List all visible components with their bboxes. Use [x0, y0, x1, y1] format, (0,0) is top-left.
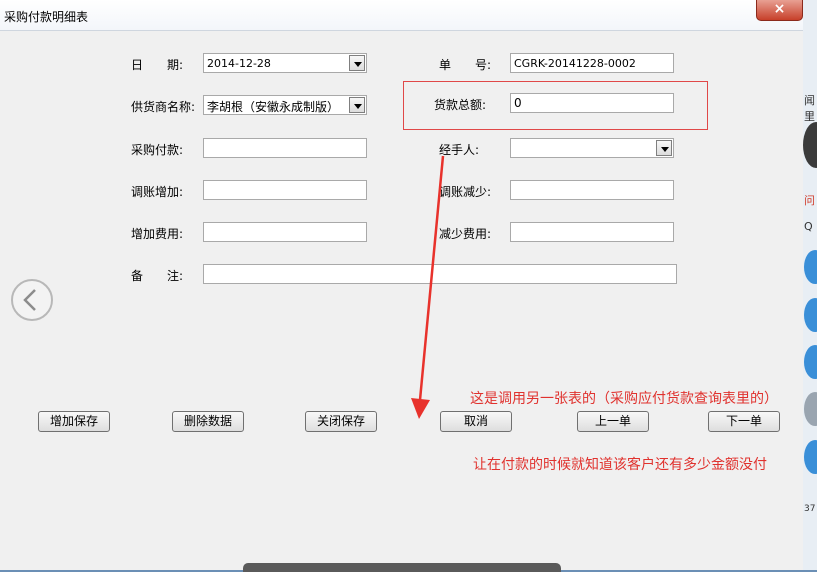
avatar — [803, 122, 817, 168]
annotation-note-source: 这是调用另一张表的（采购应付货款查询表里的） — [470, 391, 778, 407]
payment-detail-window: 采购付款明细表 × 日 期: 2014-12-28 单 号: CGRK-2014… — [0, 0, 804, 572]
side-text-3: Q — [804, 220, 813, 233]
side-text-2: 问 — [804, 194, 815, 207]
annotation-note-purpose: 让在付款的时候就知道该客户还有多少金额没付 — [473, 457, 767, 473]
taskbar-tab — [243, 563, 561, 572]
side-text-4: 37 — [804, 504, 816, 514]
chat-bubble-icon — [804, 392, 817, 426]
chat-bubble-icon — [804, 440, 817, 474]
chat-bubble-icon — [804, 298, 817, 332]
chat-bubble-icon — [804, 345, 817, 379]
chat-bubble-icon — [804, 250, 817, 284]
background-app-strip: 闻里 问 Q 37 — [803, 0, 817, 570]
side-text-1: 闻里 — [804, 94, 815, 123]
annotation-arrow — [411, 155, 445, 419]
